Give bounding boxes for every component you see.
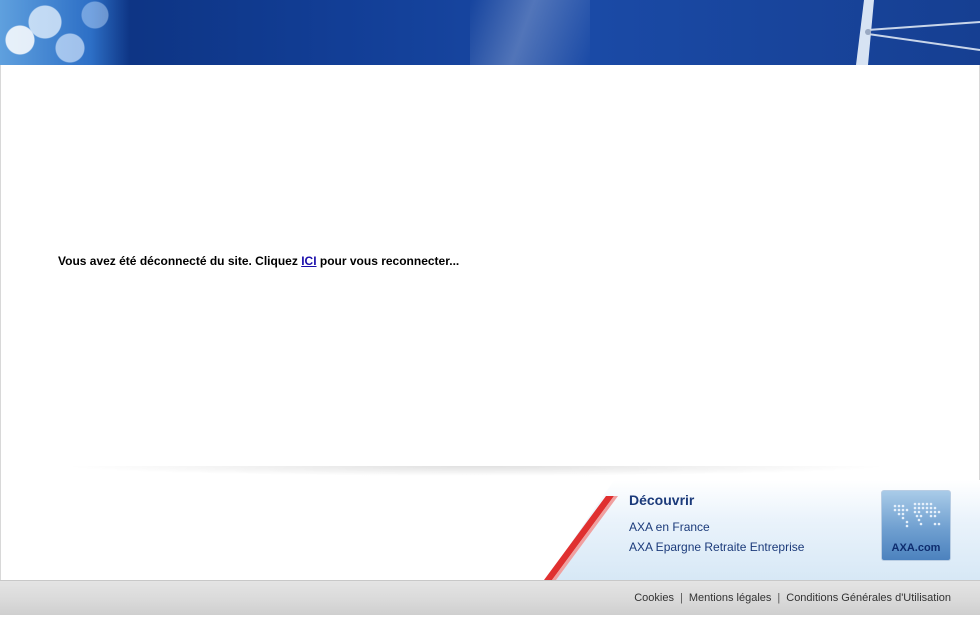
- header-banner: [0, 0, 980, 65]
- footer-discover-area: Découvrir AXA en France AXA Epargne Retr…: [0, 466, 980, 580]
- disconnect-message: Vous avez été déconnecté du site. Clique…: [58, 254, 459, 268]
- footer-links: Cookies | Mentions légales | Conditions Géné…: [634, 592, 951, 604]
- footer-separator: |: [777, 592, 781, 604]
- red-stripe-decoration: [544, 496, 618, 580]
- footer-separator: |: [679, 592, 683, 604]
- footer-bar: Cookies | Mentions légales | Conditions Géné…: [0, 580, 980, 615]
- message-text-after: pour vous reconnecter...: [316, 254, 460, 268]
- mentions-legales-link[interactable]: Mentions légales: [689, 592, 772, 604]
- axa-epargne-link[interactable]: AXA Epargne Retraite Entreprise: [629, 540, 804, 554]
- footer-shadow: [61, 466, 891, 476]
- axa-com-badge[interactable]: AXA.com: [881, 490, 951, 561]
- clouds-image: [0, 0, 130, 65]
- conditions-generales-link[interactable]: Conditions Générales d'Utilisation: [786, 592, 951, 604]
- sail-mast-icon: [856, 0, 980, 65]
- page: Vous avez été déconnecté du site. Clique…: [0, 0, 980, 638]
- banner-sheen: [470, 0, 590, 65]
- axa-en-france-link[interactable]: AXA en France: [629, 520, 710, 534]
- reconnect-link[interactable]: ICI: [301, 254, 316, 268]
- message-text-before: Vous avez été déconnecté du site. Clique…: [58, 254, 302, 268]
- discover-title: Découvrir: [629, 492, 695, 508]
- world-map-icon: [893, 502, 941, 528]
- axa-com-label: AXA.com: [891, 542, 941, 554]
- cookies-link[interactable]: Cookies: [634, 592, 674, 604]
- main-content: Vous avez été déconnecté du site. Clique…: [0, 65, 980, 470]
